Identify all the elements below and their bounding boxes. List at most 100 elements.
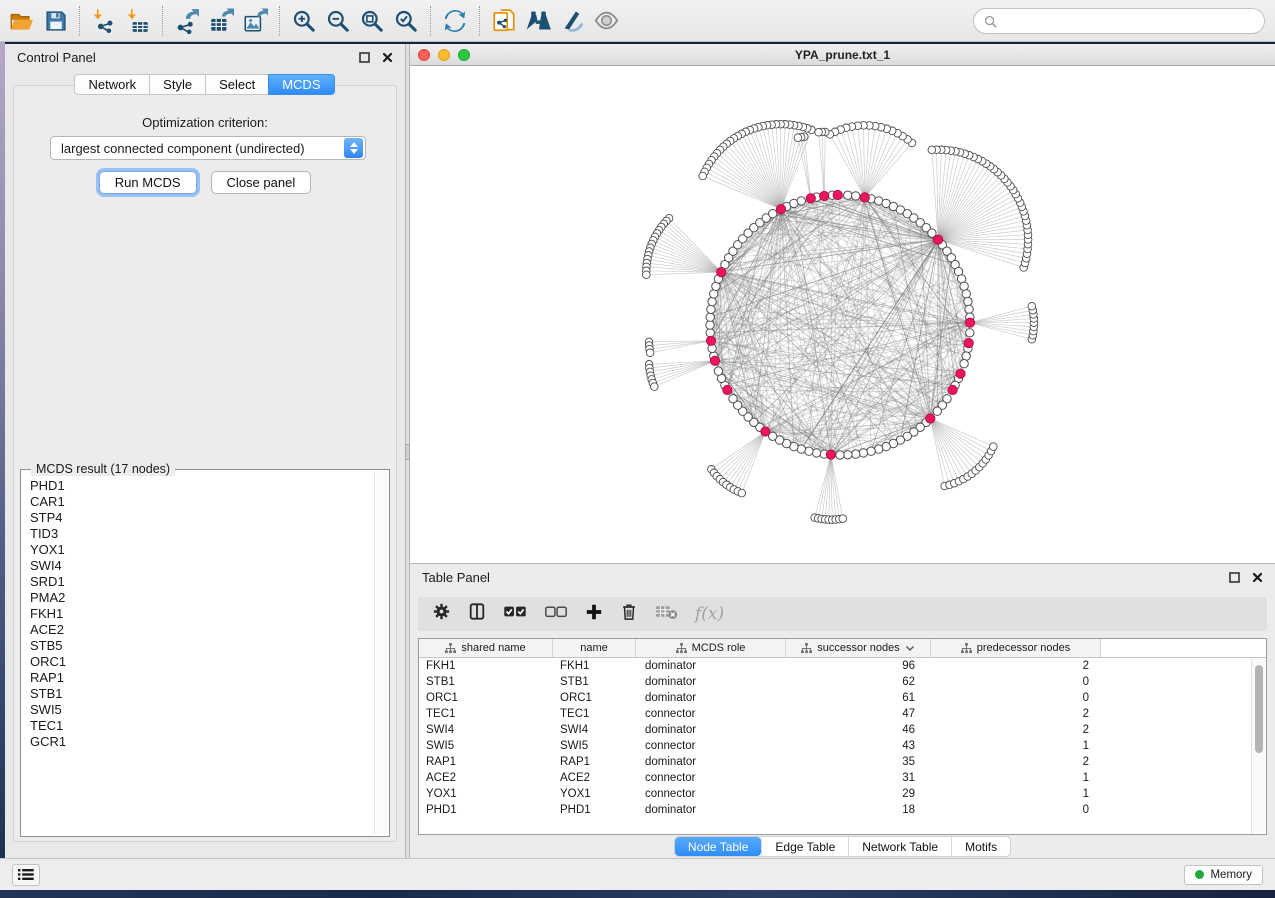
- hide-graphics-details-button[interactable]: [589, 4, 623, 38]
- show-graphics-details-button[interactable]: [555, 4, 589, 38]
- tab-style[interactable]: Style: [149, 74, 206, 95]
- show-task-history-button[interactable]: [12, 864, 40, 886]
- delete-table-button[interactable]: [655, 603, 678, 625]
- table-settings-button[interactable]: [432, 602, 451, 626]
- column-header-MCDS-role[interactable]: MCDS role: [636, 639, 786, 657]
- refresh-view-button[interactable]: [438, 4, 472, 38]
- table-cell[interactable]: 43: [786, 738, 931, 754]
- mcds-result-item[interactable]: SWI5: [30, 702, 372, 718]
- table-row[interactable]: STB1STB1dominator620: [419, 674, 1266, 690]
- export-image-button[interactable]: [238, 4, 272, 38]
- table-cell[interactable]: YOX1: [419, 786, 553, 802]
- table-cell[interactable]: 0: [931, 674, 1101, 690]
- run-mcds-button[interactable]: Run MCDS: [99, 171, 197, 194]
- table-cell[interactable]: FKH1: [553, 658, 636, 674]
- table-cell[interactable]: SWI5: [419, 738, 553, 754]
- table-cell[interactable]: 29: [786, 786, 931, 802]
- table-cell[interactable]: ACE2: [553, 770, 636, 786]
- table-cell[interactable]: FKH1: [419, 658, 553, 674]
- table-cell[interactable]: 31: [786, 770, 931, 786]
- table-cell[interactable]: dominator: [636, 658, 786, 674]
- column-header-successor-nodes[interactable]: successor nodes: [786, 639, 931, 657]
- table-cell[interactable]: PHD1: [553, 802, 636, 818]
- table-cell[interactable]: PHD1: [419, 802, 553, 818]
- close-panel-icon[interactable]: [382, 52, 393, 63]
- table-cell[interactable]: 47: [786, 706, 931, 722]
- table-cell[interactable]: dominator: [636, 802, 786, 818]
- table-cell[interactable]: 1: [931, 770, 1101, 786]
- table-cell[interactable]: 96: [786, 658, 931, 674]
- network-canvas[interactable]: [410, 66, 1275, 563]
- mcds-result-item[interactable]: STB1: [30, 686, 372, 702]
- tab-network-table[interactable]: Network Table: [848, 837, 951, 856]
- table-row[interactable]: PHD1PHD1dominator180: [419, 802, 1266, 818]
- close-panel-icon[interactable]: [1252, 572, 1263, 583]
- clone-network-button[interactable]: [487, 4, 521, 38]
- close-panel-button[interactable]: Close panel: [211, 171, 312, 194]
- tab-edge-table[interactable]: Edge Table: [761, 837, 848, 856]
- table-cell[interactable]: 2: [931, 722, 1101, 738]
- table-row[interactable]: ACE2ACE2connector311: [419, 770, 1266, 786]
- show-columns-button[interactable]: [468, 602, 486, 626]
- table-cell[interactable]: 0: [931, 690, 1101, 706]
- table-cell[interactable]: 1: [931, 786, 1101, 802]
- table-cell[interactable]: connector: [636, 706, 786, 722]
- table-row[interactable]: ORC1ORC1dominator610: [419, 690, 1266, 706]
- function-builder-button[interactable]: f(x): [695, 604, 724, 624]
- table-cell[interactable]: 35: [786, 754, 931, 770]
- zoom-in-button[interactable]: [287, 4, 321, 38]
- table-row[interactable]: SWI4SWI4dominator462: [419, 722, 1266, 738]
- table-cell[interactable]: connector: [636, 786, 786, 802]
- tab-network[interactable]: Network: [74, 74, 150, 95]
- table-scrollbar-thumb[interactable]: [1255, 665, 1263, 753]
- mcds-result-item[interactable]: ORC1: [30, 654, 372, 670]
- table-cell[interactable]: dominator: [636, 690, 786, 706]
- search-network-button[interactable]: [521, 4, 555, 38]
- table-cell[interactable]: 62: [786, 674, 931, 690]
- mcds-result-item[interactable]: STP4: [30, 510, 372, 526]
- mcds-result-item[interactable]: SRD1: [30, 574, 372, 590]
- table-cell[interactable]: TEC1: [419, 706, 553, 722]
- import-network-button[interactable]: [87, 4, 121, 38]
- table-cell[interactable]: SWI4: [419, 722, 553, 738]
- table-row[interactable]: TEC1TEC1connector472: [419, 706, 1266, 722]
- table-row[interactable]: RAP1RAP1dominator352: [419, 754, 1266, 770]
- export-table-button[interactable]: [204, 4, 238, 38]
- import-table-button[interactable]: [121, 4, 155, 38]
- table-cell[interactable]: 2: [931, 706, 1101, 722]
- tab-mcds[interactable]: MCDS: [268, 74, 334, 95]
- table-cell[interactable]: 0: [931, 802, 1101, 818]
- table-cell[interactable]: ACE2: [419, 770, 553, 786]
- delete-column-button[interactable]: [620, 602, 638, 626]
- mcds-result-item[interactable]: YOX1: [30, 542, 372, 558]
- mcds-result-item[interactable]: GCR1: [30, 734, 372, 750]
- mcds-result-item[interactable]: ACE2: [30, 622, 372, 638]
- table-scrollbar[interactable]: [1251, 659, 1265, 833]
- open-file-button[interactable]: [4, 4, 38, 38]
- table-cell[interactable]: dominator: [636, 722, 786, 738]
- table-cell[interactable]: SWI5: [553, 738, 636, 754]
- table-cell[interactable]: 2: [931, 658, 1101, 674]
- table-cell[interactable]: ORC1: [419, 690, 553, 706]
- deselect-all-button[interactable]: [544, 604, 568, 624]
- mcds-result-item[interactable]: RAP1: [30, 670, 372, 686]
- table-cell[interactable]: connector: [636, 770, 786, 786]
- add-column-button[interactable]: [585, 603, 603, 626]
- table-cell[interactable]: RAP1: [553, 754, 636, 770]
- float-panel-icon[interactable]: [359, 52, 370, 63]
- tab-motifs[interactable]: Motifs: [951, 837, 1010, 856]
- tab-node-table[interactable]: Node Table: [675, 837, 762, 856]
- table-cell[interactable]: connector: [636, 738, 786, 754]
- select-all-button[interactable]: [503, 604, 527, 624]
- mcds-result-item[interactable]: PMA2: [30, 590, 372, 606]
- table-cell[interactable]: ORC1: [553, 690, 636, 706]
- table-cell[interactable]: 46: [786, 722, 931, 738]
- mcds-result-item[interactable]: TEC1: [30, 718, 372, 734]
- network-graph[interactable]: [410, 66, 1275, 563]
- table-cell[interactable]: STB1: [419, 674, 553, 690]
- table-cell[interactable]: TEC1: [553, 706, 636, 722]
- export-network-button[interactable]: [170, 4, 204, 38]
- table-cell[interactable]: 18: [786, 802, 931, 818]
- table-cell[interactable]: 2: [931, 754, 1101, 770]
- search-input[interactable]: [1003, 14, 1254, 28]
